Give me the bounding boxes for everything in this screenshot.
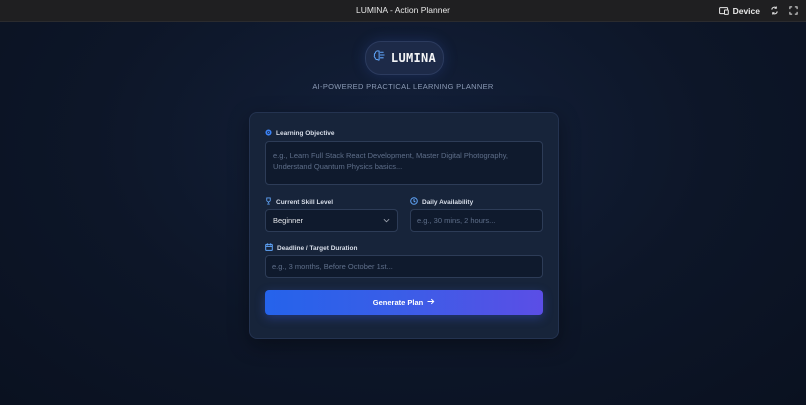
deadline-label: Deadline / Target Duration [277,244,358,252]
skill-level-value: Beginner [273,216,304,225]
brain-icon [373,49,386,67]
skill-label-row: Current Skill Level [265,197,333,207]
availability-label-row: Daily Availability [410,197,473,207]
planner-form: Learning Objective Current Skill Level B… [249,112,559,339]
window-title: LUMINA - Action Planner [355,5,450,15]
target-icon [265,129,272,138]
arrow-right-icon [427,298,435,307]
objective-label-row: Learning Objective [265,129,335,138]
rotate-icon[interactable] [770,6,779,15]
chevron-down-icon [383,216,390,225]
clock-icon [410,197,418,207]
device-toggle-button[interactable]: Device [718,5,760,16]
availability-label: Daily Availability [422,198,474,206]
objective-input[interactable] [265,141,543,185]
brand-tagline: AI-POWERED PRACTICAL LEARNING PLANNER [312,82,494,91]
fullscreen-icon[interactable] [789,6,798,15]
objective-label: Learning Objective [276,130,335,137]
brand-logo: LUMINA [365,41,444,75]
deadline-label-row: Deadline / Target Duration [265,243,357,253]
trophy-icon [265,197,272,207]
titlebar-actions: Device [718,0,798,21]
device-icon [718,6,729,15]
window-titlebar: LUMINA - Action Planner Device [0,0,806,22]
skill-label: Current Skill Level [276,198,334,206]
deadline-input[interactable] [265,255,543,278]
device-label: Device [732,5,760,16]
availability-input[interactable] [410,209,543,232]
generate-plan-label: Generate Plan [372,298,424,307]
calendar-icon [265,243,273,253]
generate-plan-button[interactable]: Generate Plan [265,290,543,315]
skill-level-select[interactable]: Beginner [265,209,398,232]
brand-name: LUMINA [390,51,437,65]
